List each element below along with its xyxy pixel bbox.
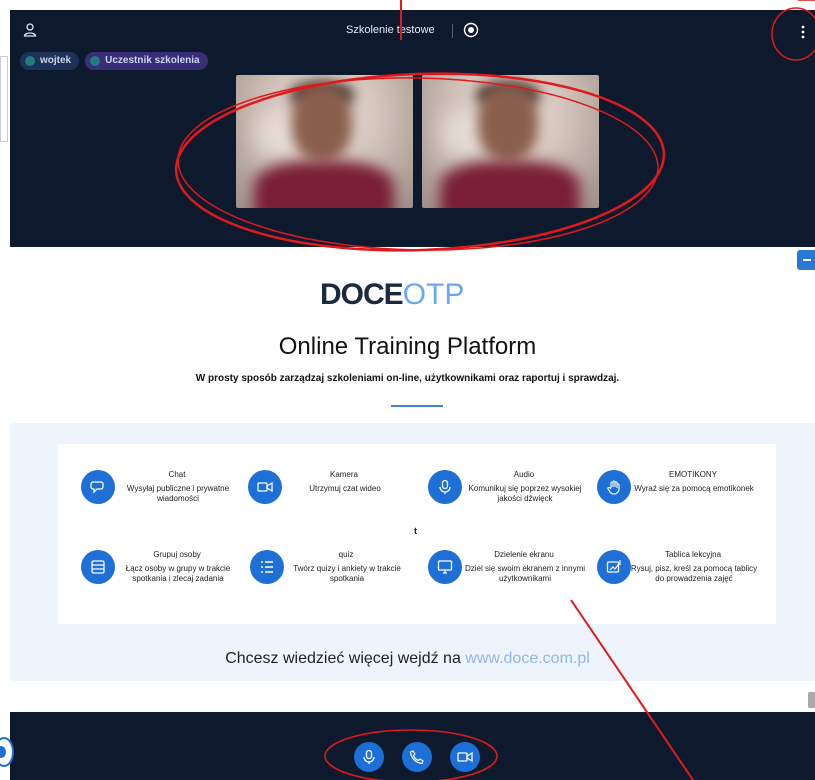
- video-tile[interactable]: [422, 75, 599, 208]
- user-icon[interactable]: [22, 22, 38, 38]
- page-subline: W prosty sposób zarządzaj szkoleniami on…: [195, 373, 620, 384]
- top-bar: Szkolenie testowe: [10, 10, 815, 50]
- participant-name: wojtek: [40, 55, 72, 66]
- microphone-icon: [363, 749, 375, 764]
- feature-quiz: quiz Twórz quizy i ankiety w trakcie spo…: [250, 550, 420, 610]
- feature-desc: Komunikuj się poprzez wysokiej jakości d…: [468, 484, 582, 503]
- meeting-title: Szkolenie testowe: [346, 24, 435, 36]
- page-headline: Online Training Platform: [278, 333, 537, 360]
- feature-title: Audio: [513, 470, 535, 479]
- collapse-panel-button[interactable]: [797, 250, 815, 270]
- cta-text: Chcesz wiedzieć więcej wejdź na: [225, 650, 466, 667]
- phone-icon: [409, 750, 424, 765]
- stray-text: t: [414, 526, 417, 536]
- feature-audio: Audio Komunikuj się poprzez wysokiej jak…: [428, 470, 598, 530]
- feature-title: Kamera: [329, 470, 358, 479]
- participant-chips: wojtek Uczestnik szkolenia: [20, 52, 208, 70]
- feature-desc: Łącz osoby w grupy w trakcie spotkania i…: [125, 564, 231, 583]
- video-light: [256, 115, 296, 155]
- toggle-camera-button[interactable]: [450, 742, 480, 772]
- microphone-icon: [428, 470, 462, 504]
- video-person-head: [478, 85, 538, 161]
- hang-up-button[interactable]: [402, 742, 432, 772]
- feature-screen-share: Dzielenie ekranu Dziel się swoim ekranem…: [428, 550, 598, 610]
- group-icon: [81, 550, 115, 584]
- monitor-icon: [428, 550, 462, 584]
- feature-desc: Utrzymuj czat wideo: [309, 484, 381, 493]
- side-panel-tab[interactable]: [0, 56, 8, 142]
- doce-logo: DOCE OTP: [320, 278, 465, 311]
- video-light: [442, 115, 482, 155]
- logo-light-text: OTP: [402, 278, 465, 311]
- feature-desc: Wyraź się za pomocą emotikonek: [634, 484, 754, 493]
- logo-bold-text: DOCE: [320, 278, 404, 311]
- participant-chip[interactable]: Uczestnik szkolenia: [85, 52, 208, 70]
- title-divider: [452, 24, 453, 38]
- feature-title: quiz: [338, 550, 354, 559]
- feature-title: EMOTIKONY: [668, 470, 717, 479]
- divider-rule: [391, 405, 443, 407]
- record-icon[interactable]: [463, 22, 479, 38]
- feature-camera: Kamera Utrzymuj czat wideo: [248, 470, 418, 530]
- video-person-shirt: [440, 161, 580, 208]
- video-person-shirt: [254, 161, 394, 208]
- feature-desc: Rysuj, pisz, kreśl za pomocą tablicy do …: [630, 564, 758, 583]
- scroll-handle[interactable]: [808, 692, 815, 708]
- video-person-head: [292, 85, 352, 161]
- whiteboard-icon: [597, 550, 631, 584]
- status-dot: [25, 56, 35, 66]
- camera-icon: [457, 751, 473, 763]
- chat-icon: [81, 470, 115, 504]
- feature-desc: Dziel się swoim ekranem z innymi użytkow…: [464, 564, 586, 583]
- more-menu-icon[interactable]: [796, 24, 810, 40]
- feature-title: Dzielenie ekranu: [494, 550, 554, 559]
- participant-name: Uczestnik szkolenia: [105, 55, 200, 66]
- video-tile[interactable]: [236, 75, 413, 208]
- status-dot: [90, 56, 101, 66]
- feature-title: Tablica lekcyjna: [664, 550, 722, 559]
- cta-line: Chcesz wiedzieć więcej wejdź na www.doce…: [0, 650, 815, 668]
- list-icon: [250, 550, 284, 584]
- feature-title: Chat: [168, 470, 186, 479]
- feature-desc: Wysyłaj publiczne i prywatne wiadomości: [126, 484, 230, 503]
- feature-desc: Twórz quizy i ankiety w trakcie spotkani…: [293, 564, 401, 583]
- feature-title: Grupuj osoby: [153, 550, 201, 559]
- feature-emoticons: EMOTIKONY Wyraź się za pomocą emotikonek: [597, 470, 767, 530]
- cta-link[interactable]: www.doce.com.pl: [465, 650, 590, 667]
- feature-whiteboard: Tablica lekcyjna Rysuj, pisz, kreśl za p…: [597, 550, 767, 610]
- feature-groups: Grupuj osoby Łącz osoby w grupy w trakci…: [81, 550, 251, 610]
- mute-microphone-button[interactable]: [354, 742, 384, 772]
- camera-icon: [248, 470, 282, 504]
- app-frame: Szkolenie testowe wojtek Uczestnik szkol…: [0, 0, 815, 780]
- hand-icon: [597, 470, 631, 504]
- participant-chip[interactable]: wojtek: [20, 52, 80, 70]
- feature-chat: Chat Wysyłaj publiczne i prywatne wiadom…: [81, 470, 251, 530]
